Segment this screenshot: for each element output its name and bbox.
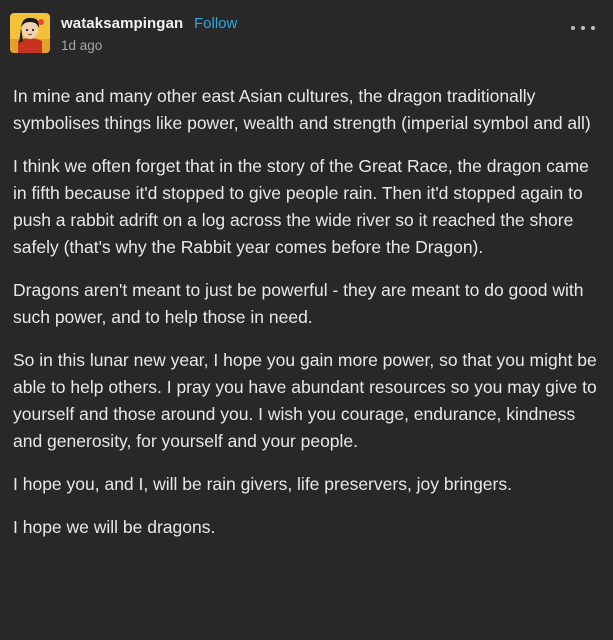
post-card: wataksampingan Follow 1d ago In mine and… xyxy=(0,0,613,640)
cartoon-character-avatar-icon xyxy=(10,13,50,53)
post-paragraph: I hope you, and I, will be rain givers, … xyxy=(13,474,512,494)
more-options-icon xyxy=(581,26,585,30)
more-options-icon xyxy=(591,26,595,30)
post-paragraph: I hope we will be dragons. xyxy=(13,517,216,537)
author-username[interactable]: wataksampingan xyxy=(61,15,183,32)
post-header: wataksampingan Follow 1d ago xyxy=(10,10,603,60)
post-paragraph: Dragons aren't meant to just be powerful… xyxy=(13,280,584,327)
post-paragraph: I think we often forget that in the stor… xyxy=(13,156,589,257)
post-timestamp[interactable]: 1d ago xyxy=(61,38,102,53)
post-body: In mine and many other east Asian cultur… xyxy=(13,83,601,557)
more-options-icon xyxy=(571,26,575,30)
follow-button[interactable]: Follow xyxy=(194,15,237,32)
post-paragraph: So in this lunar new year, I hope you ga… xyxy=(13,350,597,451)
post-paragraph: In mine and many other east Asian cultur… xyxy=(13,86,591,133)
avatar[interactable] xyxy=(10,13,50,53)
more-options-button[interactable] xyxy=(569,20,597,36)
